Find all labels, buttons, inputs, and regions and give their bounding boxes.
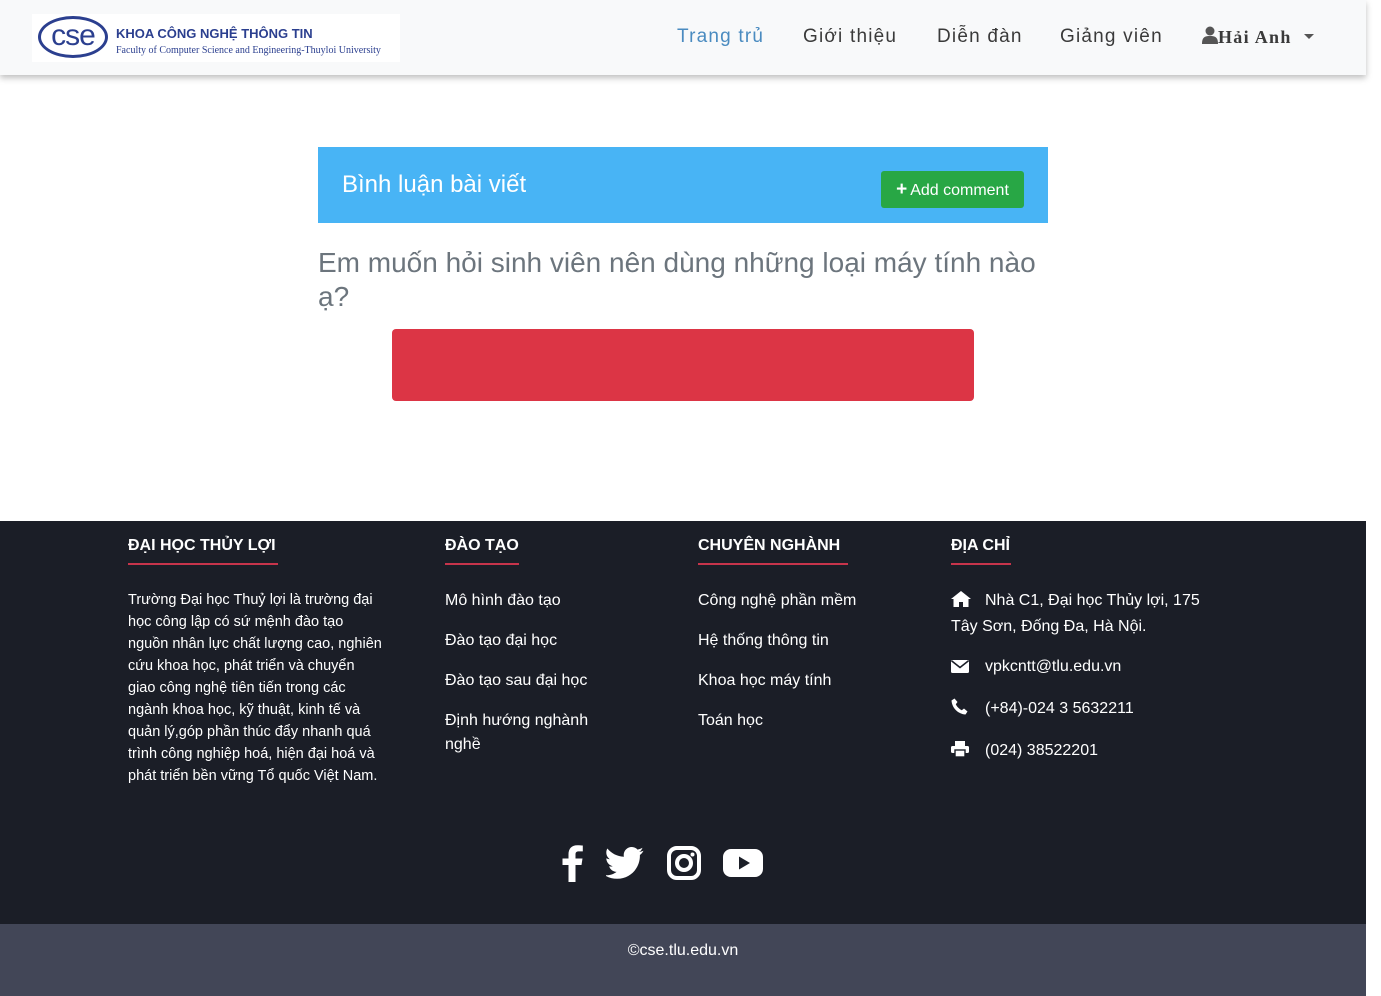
address-fax: (024) 38522201 bbox=[951, 739, 1211, 765]
nav-item-forum[interactable]: Diễn đàn bbox=[937, 26, 1023, 48]
printer-icon bbox=[951, 741, 973, 765]
twitter-icon[interactable] bbox=[605, 847, 644, 884]
footer-link-software-engineering[interactable]: Công nghệ phần mềm bbox=[698, 589, 856, 613]
copyright-bar: ©cse.tlu.edu.vn bbox=[0, 924, 1366, 996]
user-name: Hải Anh bbox=[1218, 27, 1292, 47]
footer-training: ĐÀO TẠO Mô hình đào tạo Đào tạo đại học … bbox=[445, 537, 605, 773]
plus-icon: + bbox=[896, 179, 908, 200]
address-fax-text: (024) 38522201 bbox=[985, 742, 1098, 759]
heading-divider bbox=[445, 563, 519, 565]
scrollbar[interactable] bbox=[1366, 0, 1381, 996]
logo-mark: cse bbox=[38, 16, 108, 58]
footer-link-postgraduate[interactable]: Đào tạo sau đại học bbox=[445, 669, 605, 693]
address-location: Nhà C1, Đại học Thủy lợi, 175 Tây Sơn, Đ… bbox=[951, 589, 1211, 639]
heading-divider bbox=[951, 563, 1011, 565]
instagram-icon[interactable] bbox=[666, 846, 701, 885]
user-icon bbox=[1202, 26, 1218, 49]
address-phone-text[interactable]: (+84)-024 3 5632211 bbox=[985, 700, 1134, 717]
address-phone: (+84)-024 3 5632211 bbox=[951, 697, 1211, 723]
alert-box bbox=[392, 329, 974, 401]
envelope-icon bbox=[951, 657, 973, 681]
nav-item-lecturers[interactable]: Giảng viên bbox=[1060, 26, 1163, 48]
footer-majors: CHUYÊN NGHÀNH Công nghệ phần mềm Hệ thốn… bbox=[698, 537, 856, 749]
facebook-icon[interactable] bbox=[560, 844, 584, 887]
nav-item-home[interactable]: Trang trủ bbox=[677, 26, 764, 48]
chevron-down-icon bbox=[1303, 34, 1314, 39]
footer-heading-university: ĐẠI HỌC THỦY LỢI bbox=[128, 537, 276, 554]
footer-link-undergraduate[interactable]: Đào tạo đại học bbox=[445, 629, 605, 653]
youtube-icon[interactable] bbox=[723, 849, 764, 882]
comment-header-title: Bình luận bài viết bbox=[342, 171, 527, 198]
footer-university: ĐẠI HỌC THỦY LỢI Trường Đại học Thuỷ lợi… bbox=[128, 537, 384, 787]
footer-link-career-orientation[interactable]: Định hướng nghành nghề bbox=[445, 709, 605, 757]
heading-divider bbox=[128, 563, 278, 565]
heading-divider bbox=[698, 563, 848, 565]
brand-logo[interactable]: cse KHOA CÔNG NGHỆ THÔNG TIN Faculty of … bbox=[32, 14, 400, 62]
footer: ĐẠI HỌC THỦY LỢI Trường Đại học Thuỷ lợi… bbox=[0, 521, 1366, 924]
footer-heading-address: ĐỊA CHỈ bbox=[951, 537, 1010, 554]
post-question: Em muốn hỏi sinh viên nên dùng những loạ… bbox=[318, 247, 1036, 312]
university-description: Trường Đại học Thuỷ lợi là trường đại họ… bbox=[128, 592, 382, 784]
nav-item-about[interactable]: Giới thiệu bbox=[803, 26, 897, 48]
social-links bbox=[560, 844, 781, 884]
comment-header: Bình luận bài viết + Add comment bbox=[318, 147, 1048, 223]
page: cse KHOA CÔNG NGHỆ THÔNG TIN Faculty of … bbox=[0, 0, 1366, 996]
footer-address: ĐỊA CHỈ Nhà C1, Đại học Thủy lợi, 175 Tâ… bbox=[951, 537, 1211, 781]
logo-subtitle: Faculty of Computer Science and Engineer… bbox=[116, 45, 381, 56]
address-email-text[interactable]: vpkcntt@tlu.edu.vn bbox=[985, 658, 1121, 675]
logo-title: KHOA CÔNG NGHỆ THÔNG TIN bbox=[116, 26, 313, 41]
footer-heading-training: ĐÀO TẠO bbox=[445, 537, 519, 554]
add-comment-label: Add comment bbox=[910, 182, 1009, 199]
phone-icon bbox=[951, 698, 973, 723]
footer-link-training-model[interactable]: Mô hình đào tạo bbox=[445, 589, 605, 613]
home-icon bbox=[951, 591, 973, 615]
user-menu-toggle[interactable]: Hải Anh bbox=[1202, 26, 1314, 49]
footer-link-information-systems[interactable]: Hệ thống thông tin bbox=[698, 629, 856, 653]
navbar: cse KHOA CÔNG NGHỆ THÔNG TIN Faculty of … bbox=[0, 0, 1366, 75]
footer-link-computer-science[interactable]: Khoa học máy tính bbox=[698, 669, 856, 693]
footer-link-mathematics[interactable]: Toán học bbox=[698, 709, 856, 733]
footer-heading-majors: CHUYÊN NGHÀNH bbox=[698, 537, 841, 554]
address-location-text: Nhà C1, Đại học Thủy lợi, 175 Tây Sơn, Đ… bbox=[951, 592, 1200, 635]
address-email: vpkcntt@tlu.edu.vn bbox=[951, 655, 1211, 681]
add-comment-button[interactable]: + Add comment bbox=[881, 171, 1024, 208]
copyright-text: ©cse.tlu.edu.vn bbox=[627, 942, 739, 959]
